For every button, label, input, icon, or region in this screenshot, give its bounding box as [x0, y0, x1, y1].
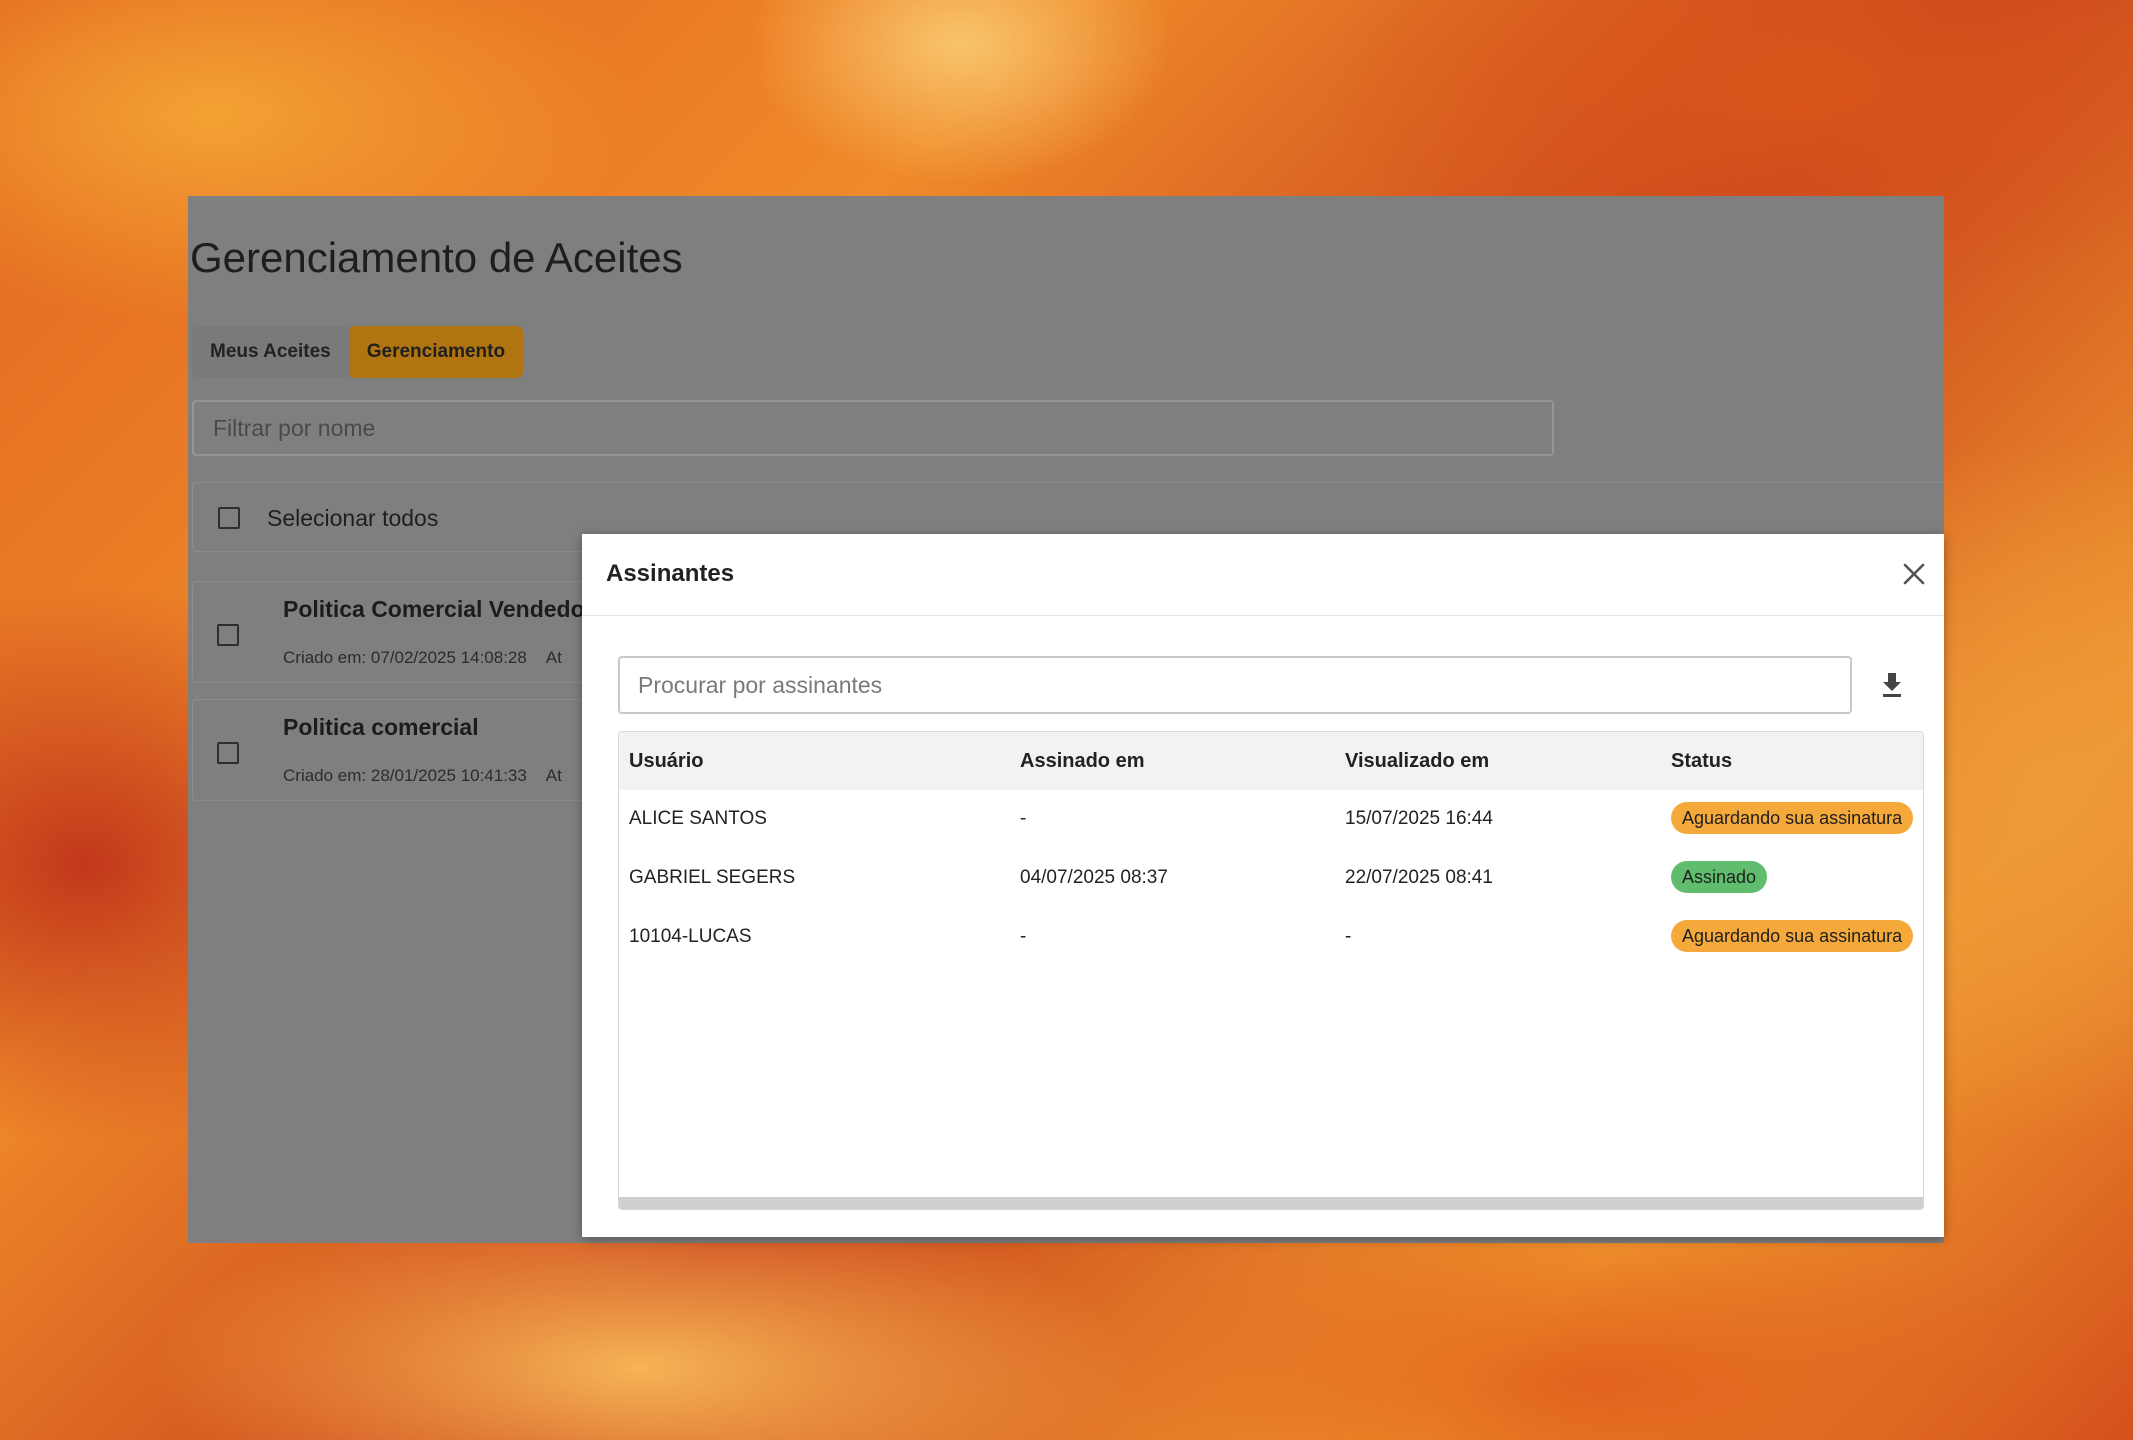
signers-modal: Assinantes Usuário Assinado em Visualiza… — [582, 534, 1944, 1237]
document-created: Criado em: 28/01/2025 10:41:33 At — [283, 766, 562, 785]
column-header-viewed-at[interactable]: Visualizado em — [1345, 750, 1489, 773]
modal-header: Assinantes — [582, 534, 1944, 616]
tab-gerenciamento[interactable]: Gerenciamento — [348, 326, 524, 378]
horizontal-scrollbar[interactable] — [619, 1197, 1923, 1209]
modal-title: Assinantes — [606, 560, 735, 587]
status-badge: Assinado — [1671, 861, 1768, 893]
table-row[interactable]: GABRIEL SEGERS 04/07/2025 08:37 22/07/20… — [619, 849, 1923, 907]
page-title: Gerenciamento de Aceites — [190, 234, 683, 281]
table-row[interactable]: ALICE SANTOS - 15/07/2025 16:44 Aguardan… — [619, 790, 1923, 848]
status-badge: Aguardando sua assinatura — [1671, 802, 1914, 834]
cell-user: GABRIEL SEGERS — [629, 867, 796, 888]
status-badge: Aguardando sua assinatura — [1671, 920, 1914, 952]
table-row[interactable]: 10104-LUCAS - - Aguardando sua assinatur… — [619, 908, 1923, 966]
cell-signed-at: - — [1020, 926, 1027, 947]
table-header: Usuário Assinado em Visualizado em Statu… — [619, 732, 1923, 790]
cell-signed-at: 04/07/2025 08:37 — [1020, 867, 1168, 888]
cell-viewed-at: 22/07/2025 08:41 — [1345, 867, 1493, 888]
column-header-signed-at[interactable]: Assinado em — [1020, 750, 1144, 773]
filter-input[interactable]: Filtrar por nome — [192, 400, 1554, 456]
cell-user: ALICE SANTOS — [629, 808, 767, 829]
column-header-status[interactable]: Status — [1671, 750, 1732, 773]
select-all-checkbox[interactable] — [218, 507, 240, 529]
tab-meus-aceites[interactable]: Meus Aceites — [192, 326, 349, 378]
select-all-label: Selecionar todos — [267, 505, 439, 531]
cell-signed-at: - — [1020, 808, 1027, 829]
close-icon — [1903, 563, 1925, 585]
cell-viewed-at: - — [1345, 926, 1352, 947]
document-checkbox[interactable] — [217, 742, 239, 764]
signers-table: Usuário Assinado em Visualizado em Statu… — [618, 731, 1924, 1210]
tab-bar: Meus Aceites Gerenciamento — [192, 326, 524, 378]
document-checkbox[interactable] — [217, 624, 239, 646]
cell-viewed-at: 15/07/2025 16:44 — [1345, 808, 1493, 829]
download-icon — [1883, 673, 1901, 697]
download-button[interactable] — [1872, 664, 1912, 704]
close-button[interactable] — [1896, 556, 1932, 592]
column-header-user[interactable]: Usuário — [629, 750, 703, 773]
document-title: Politica Comercial Vendedore — [283, 596, 607, 622]
document-created: Criado em: 07/02/2025 14:08:28 At — [283, 648, 562, 667]
signers-search-input[interactable] — [618, 656, 1852, 714]
cell-user: 10104-LUCAS — [629, 926, 752, 947]
document-title: Politica comercial — [283, 714, 479, 740]
